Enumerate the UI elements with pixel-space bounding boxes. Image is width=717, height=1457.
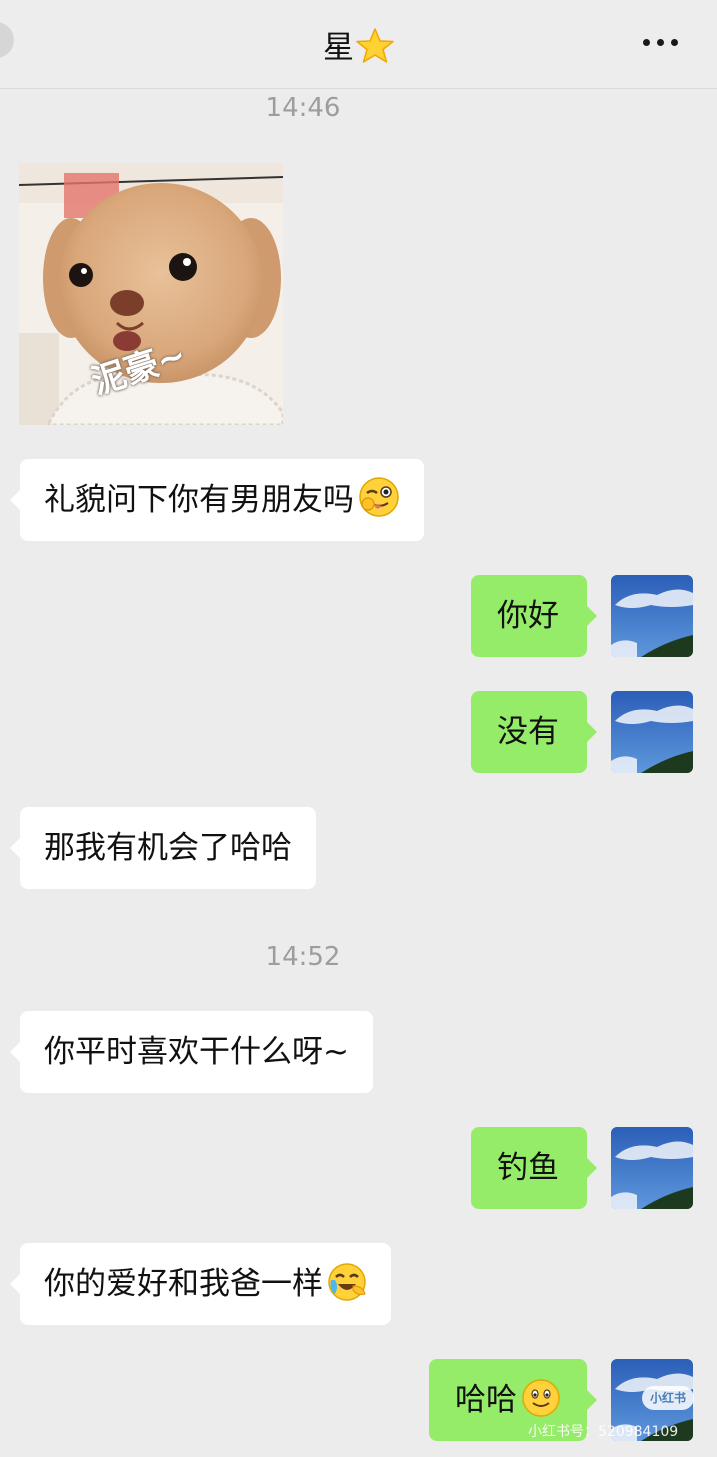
message-text: 你的爱好和我爸一样: [44, 1266, 323, 1302]
chat-title-text: 星: [323, 30, 354, 66]
received-message[interactable]: 你平时喜欢干什么呀~: [10, 1011, 373, 1093]
chat-title: 星: [0, 22, 717, 67]
sent-message[interactable]: 没有: [471, 691, 597, 773]
smile-emoji: [522, 1379, 560, 1417]
received-message[interactable]: 那我有机会了哈哈: [10, 807, 316, 889]
more-icon[interactable]: [641, 36, 681, 50]
star-icon: [356, 28, 394, 63]
avatar[interactable]: [611, 575, 693, 657]
watermark-text: 小红书号：520984109: [528, 1424, 679, 1440]
avatar[interactable]: [611, 1127, 693, 1209]
timestamp: 14:52: [265, 942, 341, 972]
avatar[interactable]: [611, 691, 693, 773]
blue-sky-avatar: [611, 575, 693, 657]
message-text: 你平时喜欢干什么呀~: [44, 1034, 349, 1070]
timestamp: 14:46: [265, 93, 341, 123]
message-text: 你好: [497, 598, 559, 634]
blue-sky-avatar: [611, 1127, 693, 1209]
message-text: 哈哈: [455, 1382, 517, 1418]
received-message[interactable]: 礼貌问下你有男朋友吗: [10, 459, 424, 541]
message-text: 那我有机会了哈哈: [44, 830, 292, 866]
blue-sky-avatar: [611, 691, 693, 773]
message-text: 没有: [497, 714, 559, 750]
chat-header: 星: [0, 0, 717, 89]
message-text: 钓鱼: [497, 1150, 559, 1186]
wink-tongue-emoji: [359, 477, 399, 517]
received-message[interactable]: 你的爱好和我爸一样: [10, 1243, 391, 1325]
sent-message[interactable]: 钓鱼: [471, 1127, 597, 1209]
watermark-logo: 小红书: [642, 1386, 694, 1410]
message-text: 礼貌问下你有男朋友吗: [44, 482, 354, 518]
sent-message[interactable]: 你好: [471, 575, 597, 657]
laughing-crying-emoji: [328, 1263, 366, 1301]
